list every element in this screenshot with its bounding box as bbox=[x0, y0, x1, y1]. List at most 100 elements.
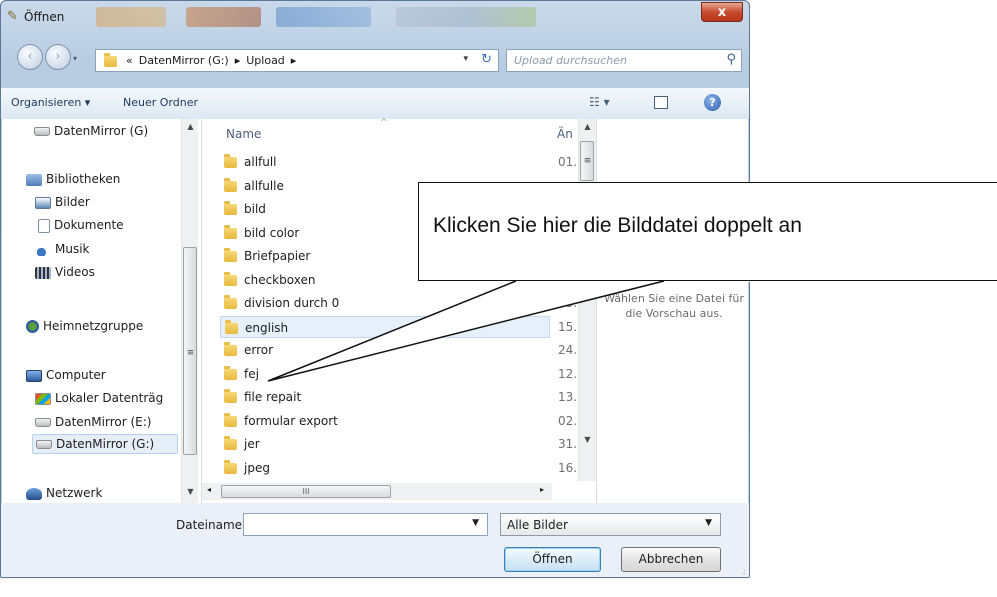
open-button[interactable]: Öffnen bbox=[504, 547, 601, 572]
nav-item-label: DatenMirror (E:) bbox=[55, 415, 152, 429]
file-date: 16. bbox=[558, 460, 578, 475]
scroll-down-icon[interactable]: ▼ bbox=[182, 487, 198, 496]
filter-dropdown-icon[interactable]: ▼ bbox=[705, 518, 712, 528]
blurred-taskbar-icons bbox=[186, 7, 261, 27]
back-arrow-icon: ‹ bbox=[27, 49, 33, 64]
music-icon bbox=[35, 243, 51, 256]
file-list-vscrollbar[interactable]: ▲ ≡ ▼ bbox=[578, 119, 596, 481]
nav-item-libraries[interactable]: Bibliotheken bbox=[26, 172, 120, 186]
open-file-dialog: ✎ Öffnen x ‹ › ▾ « DatenMirror (G:) ▸ Uploa… bbox=[0, 0, 750, 578]
organize-menu-button[interactable]: Organisieren ▾ bbox=[11, 96, 90, 109]
file-name: allfull bbox=[244, 155, 277, 169]
window-title: Öffnen bbox=[24, 10, 65, 24]
address-bar[interactable]: « DatenMirror (G:) ▸ Upload ▸ ▾ ↻ bbox=[95, 49, 499, 72]
nav-item-network[interactable]: Netzwerk bbox=[26, 486, 102, 500]
folder-icon bbox=[224, 436, 237, 450]
forward-button[interactable]: › bbox=[45, 44, 71, 70]
navpane-scrollbar[interactable]: ▲ ≡ ▼ bbox=[181, 119, 198, 503]
nav-item-label: Bibliotheken bbox=[46, 172, 121, 186]
nav-item-datenmirror-e[interactable]: DatenMirror (E:) bbox=[35, 415, 151, 429]
search-icon[interactable]: ⚲ bbox=[726, 52, 736, 67]
filename-input[interactable]: ▼ bbox=[243, 513, 488, 536]
file-row[interactable]: error bbox=[220, 339, 550, 361]
help-icon[interactable]: ? bbox=[704, 94, 721, 111]
address-prefix[interactable]: « bbox=[126, 54, 133, 67]
file-list-pane: ^ Name Än allfull 01. allfulle bild bild col… bbox=[201, 118, 596, 503]
file-row[interactable]: jpeg bbox=[220, 457, 550, 479]
file-name: jpeg bbox=[244, 460, 270, 475]
folder-icon bbox=[224, 342, 237, 356]
column-header-date[interactable]: Än bbox=[557, 127, 573, 141]
network-icon bbox=[26, 487, 42, 500]
folder-icon bbox=[224, 201, 237, 215]
filename-dropdown-icon[interactable]: ▼ bbox=[472, 518, 479, 528]
file-row[interactable]: english bbox=[220, 315, 550, 338]
breadcrumb-drive[interactable]: DatenMirror (G:) bbox=[139, 54, 229, 67]
file-type-filter-value[interactable]: Alle Bilder bbox=[507, 518, 568, 532]
file-date: 13. bbox=[558, 390, 578, 404]
refresh-icon[interactable]: ↻ bbox=[481, 52, 492, 67]
back-button[interactable]: ‹ bbox=[17, 44, 43, 70]
file-type-filter[interactable]: Alle Bilder ▼ bbox=[500, 513, 721, 536]
file-date: 12. bbox=[558, 366, 578, 381]
breadcrumb-separator-icon[interactable]: ▸ bbox=[291, 54, 297, 67]
nav-item-pictures[interactable]: Bilder bbox=[35, 195, 90, 209]
documents-icon bbox=[38, 218, 50, 233]
preview-pane-toggle-icon[interactable] bbox=[654, 96, 668, 109]
file-list-hscrollbar[interactable]: ◂ III ▸ bbox=[202, 483, 552, 500]
breadcrumb-upload[interactable]: Upload bbox=[246, 54, 285, 67]
drive-icon bbox=[36, 440, 52, 449]
scroll-grip-icon: ≡ bbox=[583, 156, 592, 166]
column-header-name[interactable]: Name bbox=[226, 127, 261, 141]
scroll-left-icon[interactable]: ◂ bbox=[207, 485, 211, 494]
scroll-right-icon[interactable]: ▸ bbox=[540, 485, 544, 494]
filename-label: Dateiname: bbox=[176, 518, 247, 532]
nav-item-datenmirror-g-selected[interactable]: DatenMirror (G:) bbox=[32, 434, 178, 454]
file-row[interactable]: file repait bbox=[220, 386, 550, 408]
recent-locations-dropdown[interactable]: ▾ bbox=[73, 54, 77, 63]
file-name: english bbox=[245, 320, 289, 335]
folder-icon bbox=[224, 389, 237, 403]
file-row[interactable]: fej bbox=[220, 363, 550, 385]
nav-item-datenmirror-g-top[interactable]: DatenMirror (G) bbox=[34, 124, 148, 138]
nav-item-computer[interactable]: Computer bbox=[26, 368, 106, 382]
nav-item-music[interactable]: Musik bbox=[35, 242, 90, 256]
scroll-up-icon[interactable]: ▲ bbox=[182, 122, 198, 131]
nav-item-label: Lokaler Datenträg bbox=[55, 391, 164, 405]
file-row[interactable]: jer bbox=[220, 433, 550, 455]
file-name: jer bbox=[244, 437, 260, 451]
change-view-icon[interactable]: ☷ ▾ bbox=[589, 95, 610, 109]
new-folder-button[interactable]: Neuer Ordner bbox=[123, 96, 198, 109]
close-button[interactable]: x bbox=[701, 2, 743, 22]
navigation-pane: DatenMirror (G) Bibliotheken Bilder Doku… bbox=[2, 119, 198, 503]
annotation-callout: Klicken Sie hier die Bilddatei doppelt a… bbox=[418, 182, 997, 281]
file-row[interactable]: allfull bbox=[220, 151, 550, 173]
nav-item-homegroup[interactable]: Heimnetzgruppe bbox=[26, 319, 143, 333]
breadcrumb-separator-icon[interactable]: ▸ bbox=[235, 54, 241, 67]
nav-item-label: Heimnetzgruppe bbox=[43, 319, 144, 333]
nav-item-label: Computer bbox=[46, 368, 106, 382]
resize-grip-icon[interactable]: .: bbox=[742, 567, 746, 576]
dialog-footer: Dateiname: ▼ Alle Bilder ▼ Öffnen Abbrec… bbox=[1, 503, 749, 577]
nav-item-videos[interactable]: Videos bbox=[35, 265, 95, 279]
file-date: 15. bbox=[558, 319, 578, 334]
search-placeholder[interactable]: Upload durchsuchen bbox=[514, 54, 627, 67]
folder-icon bbox=[224, 459, 237, 474]
scroll-up-icon[interactable]: ▲ bbox=[579, 122, 596, 131]
folder-icon bbox=[224, 154, 237, 168]
forward-arrow-icon: › bbox=[55, 49, 61, 64]
search-box[interactable]: Upload durchsuchen ⚲ bbox=[506, 49, 742, 72]
nav-item-label: DatenMirror (G) bbox=[54, 124, 149, 138]
file-date: 31. bbox=[558, 437, 578, 451]
file-row[interactable]: formular export bbox=[220, 410, 550, 432]
file-list-hscroll-thumb[interactable]: III bbox=[221, 485, 391, 498]
file-row[interactable]: division durch 0 bbox=[220, 292, 550, 314]
nav-item-local-disk[interactable]: Lokaler Datenträg bbox=[35, 391, 163, 405]
scroll-down-icon[interactable]: ▼ bbox=[579, 435, 596, 444]
address-dropdown-icon[interactable]: ▾ bbox=[463, 54, 468, 64]
cancel-button[interactable]: Abbrechen bbox=[621, 547, 721, 572]
preview-message: Wählen Sie eine Datei für die Vorschau a… bbox=[604, 292, 744, 320]
nav-item-documents[interactable]: Dokumente bbox=[38, 218, 124, 233]
command-bar: Organisieren ▾ Neuer Ordner ☷ ▾ ? bbox=[1, 87, 749, 120]
file-name: bild bbox=[244, 202, 266, 216]
